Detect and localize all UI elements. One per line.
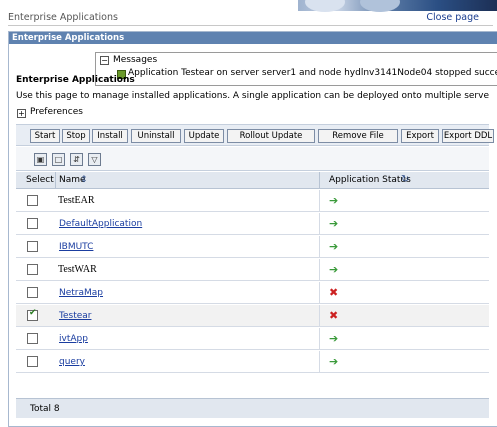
- application-link[interactable]: ivtApp: [59, 334, 88, 344]
- export-ddl-button[interactable]: Export DDL: [442, 129, 494, 143]
- green-arrow-icon: ➔: [329, 240, 339, 253]
- messages-title: Messages: [113, 55, 158, 65]
- table-icon-bar: ▣ □ ⇵ ▽: [16, 147, 489, 171]
- application-link[interactable]: IBMUTC: [59, 242, 93, 252]
- table-header: Select Name ⇕ Application Status ↻: [16, 172, 489, 189]
- column-divider: [319, 172, 320, 189]
- column-divider: [319, 351, 320, 373]
- column-divider: [319, 190, 320, 212]
- page-title: Enterprise Applications: [8, 12, 118, 23]
- close-page-link[interactable]: Close page: [426, 12, 479, 23]
- row-checkbox[interactable]: [27, 195, 38, 206]
- red-x-icon: ✖: [329, 309, 339, 322]
- green-arrow-icon: ➔: [329, 263, 339, 276]
- table-row: ivtApp ➔: [16, 328, 489, 350]
- clear-filter-icon[interactable]: ▽: [88, 153, 101, 166]
- green-arrow-icon: ➔: [329, 332, 339, 345]
- table-total: Total 8: [16, 398, 489, 418]
- action-toolbar: Start Stop Install Uninstall Update Roll…: [16, 124, 494, 146]
- table-row: IBMUTC ➔: [16, 236, 489, 258]
- messages-box: − Messages Application Testear on server…: [95, 52, 497, 86]
- table-row: Testear ✖: [16, 305, 489, 327]
- install-button[interactable]: Install: [92, 129, 128, 143]
- application-link[interactable]: DefaultApplication: [59, 219, 142, 229]
- preferences-expand-icon[interactable]: +: [17, 109, 26, 118]
- row-checkbox[interactable]: [27, 241, 38, 252]
- row-checkbox[interactable]: [27, 356, 38, 367]
- green-arrow-icon: ➔: [329, 217, 339, 230]
- table-row: query ➔: [16, 351, 489, 373]
- row-checkbox[interactable]: [27, 308, 38, 321]
- title-row: Enterprise Applications Close page: [8, 12, 493, 26]
- start-button[interactable]: Start: [30, 129, 60, 143]
- export-button[interactable]: Export: [401, 129, 439, 143]
- column-divider: [319, 259, 320, 281]
- row-checkbox[interactable]: [27, 218, 38, 229]
- row-checkbox[interactable]: [27, 264, 38, 275]
- rollout-update-button[interactable]: Rollout Update: [227, 129, 315, 143]
- column-divider: [319, 328, 320, 350]
- section-title: Enterprise Applications: [16, 75, 135, 85]
- application-link[interactable]: query: [59, 357, 85, 367]
- filter-icon[interactable]: ⇵: [70, 153, 83, 166]
- update-button[interactable]: Update: [184, 129, 224, 143]
- row-checkbox[interactable]: [27, 287, 38, 298]
- table-row: DefaultApplication ➔: [16, 213, 489, 235]
- application-name[interactable]: TestWAR: [56, 262, 114, 277]
- preferences-link[interactable]: Preferences: [30, 107, 83, 117]
- section-description: Use this page to manage installed applic…: [16, 91, 489, 101]
- stop-button[interactable]: Stop: [62, 129, 90, 143]
- red-x-icon: ✖: [329, 286, 339, 299]
- deselect-all-icon[interactable]: □: [52, 153, 65, 166]
- row-checkbox[interactable]: [27, 333, 38, 344]
- uninstall-button[interactable]: Uninstall: [131, 129, 181, 143]
- remove-file-button[interactable]: Remove File: [318, 129, 398, 143]
- select-column-header: Select: [26, 175, 54, 185]
- message-text: Application Testear on server server1 an…: [128, 68, 497, 78]
- sort-icon[interactable]: ⇕: [80, 175, 88, 185]
- frame-header: Enterprise Applications: [9, 32, 497, 44]
- column-divider: [319, 282, 320, 304]
- application-link[interactable]: Testear: [59, 311, 91, 321]
- messages-collapse-toggle[interactable]: −: [100, 56, 109, 65]
- column-divider: [55, 172, 56, 189]
- table-row: NetraMap ✖: [16, 282, 489, 304]
- application-link[interactable]: NetraMap: [59, 288, 103, 298]
- column-divider: [319, 213, 320, 235]
- table-row: TestEAR ➔: [16, 190, 489, 212]
- table-row: TestWAR ➔: [16, 259, 489, 281]
- green-arrow-icon: ➔: [329, 355, 339, 368]
- column-divider: [319, 305, 320, 327]
- status-column-header: Application Status: [329, 175, 411, 185]
- select-all-icon[interactable]: ▣: [34, 153, 47, 166]
- column-divider: [319, 236, 320, 258]
- application-name[interactable]: TestEAR: [56, 193, 114, 208]
- refresh-icon[interactable]: ↻: [401, 174, 409, 185]
- green-arrow-icon: ➔: [329, 194, 339, 207]
